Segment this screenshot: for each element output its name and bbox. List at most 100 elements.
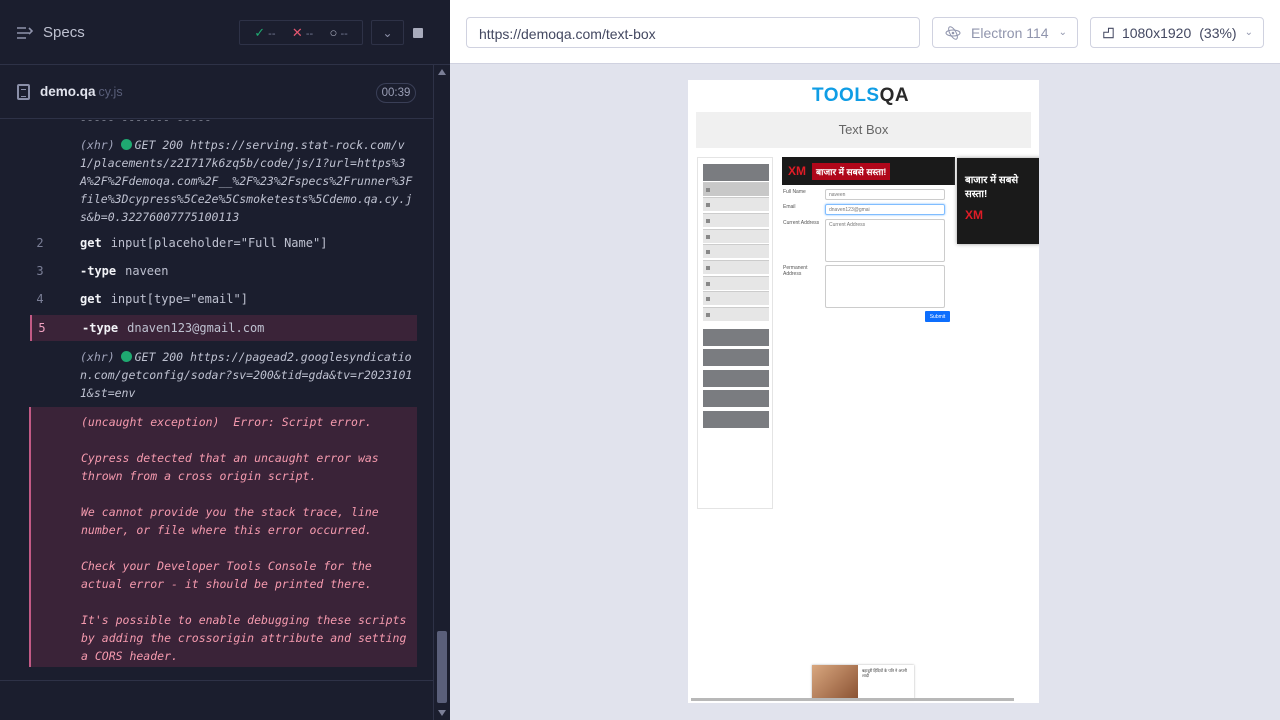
truncated-line: ----- ------- -----	[80, 120, 212, 126]
electron-icon	[945, 25, 961, 40]
scroll-down-icon[interactable]	[438, 710, 446, 716]
command-name: -type	[82, 321, 119, 335]
ad-text: बाजार में सबसे सस्ता!	[812, 162, 891, 180]
chevron-down-icon: ⌄	[382, 25, 393, 40]
sidebar-item[interactable]	[703, 276, 769, 290]
command-row-active[interactable]: 5 -type dnaven123@gmail.com	[30, 315, 417, 341]
spec-extension: cy.js	[98, 85, 123, 99]
ad-image	[812, 665, 858, 699]
demo-sidebar	[697, 157, 773, 509]
spec-name: demo.qa cy.js	[40, 84, 123, 99]
sidebar-group-forms[interactable]	[703, 329, 769, 346]
log-scrollbar[interactable]	[433, 65, 450, 720]
ruler-icon	[1103, 27, 1114, 38]
ad-text: बहादुरी हिंदियों के पति ने अपनी शादी	[862, 668, 907, 678]
stop-button[interactable]	[408, 20, 428, 45]
status-dot-icon	[120, 351, 132, 362]
sidebar-item[interactable]	[703, 213, 769, 227]
viewport-scale: (33%)	[1199, 24, 1237, 41]
sidebar-item[interactable]	[703, 197, 769, 211]
command-row[interactable]: 2 get input[placeholder="Full Name"]	[30, 231, 417, 255]
full-name-input[interactable]: naveen	[825, 189, 945, 200]
command-number: 5	[38, 321, 46, 335]
email-input[interactable]: dnaven123@gmai	[825, 204, 945, 215]
command-number: 4	[36, 292, 44, 306]
command-arg: dnaven123@gmail.com	[127, 321, 265, 335]
ad-banner-side[interactable]: बाजार में सबसे सस्ता! XM	[957, 158, 1039, 244]
url-bar[interactable]: https://demoqa.com/text-box	[466, 17, 920, 48]
status-dot-icon	[120, 139, 132, 150]
full-name-label: Full Name	[783, 189, 806, 195]
current-address-textarea[interactable]: Current Address	[825, 219, 945, 262]
command-arg: naveen	[125, 264, 169, 278]
specs-label: Specs	[43, 24, 85, 41]
xhr-method: GET 200	[134, 350, 184, 364]
ad-text: बाजार में सबसे सस्ता!	[965, 175, 1019, 200]
permanent-address-textarea[interactable]	[825, 265, 945, 308]
ad-brand: XM	[965, 208, 983, 222]
reporter-panel: Specs ✓ -- ✕ -- ○ -- ⌄ demo.qa cy.js 00:3…	[0, 0, 450, 720]
specs-list-icon	[17, 26, 33, 39]
chevron-down-icon: ⌄	[1244, 27, 1253, 38]
file-icon	[17, 84, 30, 100]
command-arg: input[type="email"]	[110, 292, 248, 306]
command-arg: input[placeholder="Full Name"]	[110, 236, 328, 250]
toolsqa-logo[interactable]: TOOLSQA	[812, 85, 909, 107]
error-message: (uncaught exception) Error: Script error…	[81, 415, 407, 663]
submit-button[interactable]: Submit	[925, 311, 950, 322]
ad-banner-bottom[interactable]: बहादुरी हिंदियों के पति ने अपनी शादी	[812, 665, 914, 699]
failed-icon: ✕	[291, 24, 303, 40]
xhr-method: GET 200	[134, 138, 184, 152]
pending-count: --	[340, 28, 348, 40]
sidebar-group-elements[interactable]	[703, 164, 769, 181]
sidebar-group-alerts[interactable]	[703, 349, 769, 366]
command-name: get	[80, 292, 102, 306]
sidebar-item[interactable]	[703, 307, 769, 321]
sidebar-item[interactable]	[703, 260, 769, 274]
xhr-tag: (xhr)	[80, 350, 115, 364]
browser-selector[interactable]: Electron 114 ⌄	[932, 17, 1078, 48]
spec-file-row[interactable]: demo.qa cy.js 00:39	[0, 65, 450, 119]
command-row[interactable]: 4 get input[type="email"]	[30, 287, 417, 311]
xhr-url: https://serving.stat-rock.com/v1/placeme…	[80, 138, 413, 224]
email-label: Email	[783, 204, 796, 210]
sidebar-item[interactable]	[703, 229, 769, 243]
viewport-size: 1080x1920	[1121, 24, 1192, 41]
xhr-log-entry[interactable]: (xhr) GET 200 https://serving.stat-rock.c…	[80, 136, 415, 226]
passed-count: --	[268, 27, 276, 40]
sidebar-group-interactions[interactable]	[703, 390, 769, 407]
failed-count: --	[305, 27, 314, 40]
current-address-label: Current Address	[783, 220, 820, 226]
test-stats: ✓ -- ✕ -- ○ --	[239, 20, 363, 45]
xhr-log-entry[interactable]: (xhr) GET 200 https://pagead2.googlesyndi…	[80, 348, 415, 402]
command-row[interactable]: 3 -type naveen	[30, 259, 417, 283]
scroll-thumb[interactable]	[437, 631, 447, 703]
sidebar-item[interactable]	[703, 244, 769, 258]
sidebar-item[interactable]	[703, 291, 769, 305]
sidebar-group-bookstore[interactable]	[703, 411, 769, 428]
reporter-footer	[0, 680, 433, 720]
pending-icon: ○	[329, 25, 338, 40]
aut-page-frame[interactable]: TOOLSQA Text Box XM बाजार में सबसे सस्ता…	[688, 80, 1039, 703]
uncaught-exception-entry[interactable]: (uncaught exception) Error: Script error…	[29, 407, 417, 667]
browser-label: Electron 114	[971, 24, 1049, 41]
scroll-up-icon[interactable]	[438, 69, 446, 75]
ad-banner-top[interactable]: XM बाजार में सबसे सस्ता!	[782, 157, 955, 185]
permanent-address-label: Permanent Address	[783, 265, 808, 277]
app-under-test-panel: https://demoqa.com/text-box Electron 114…	[450, 0, 1280, 720]
reporter-header: Specs ✓ -- ✕ -- ○ -- ⌄	[0, 0, 450, 65]
viewport-selector[interactable]: 1080x1920 (33%) ⌄	[1090, 17, 1264, 48]
specs-toggle-button[interactable]: Specs	[17, 24, 85, 41]
chevron-down-icon: ⌄	[1058, 27, 1067, 38]
page-horizontal-scrollbar[interactable]	[691, 698, 1014, 701]
duration-badge: 00:39	[376, 83, 416, 103]
passed-icon: ✓	[254, 24, 266, 40]
command-number: 2	[36, 236, 44, 250]
page-banner: Text Box	[696, 112, 1031, 148]
collapse-button[interactable]: ⌄	[371, 20, 404, 45]
sidebar-item[interactable]	[703, 182, 769, 196]
sidebar-group-widgets[interactable]	[703, 370, 769, 387]
command-log: ----- ------- ----- (xhr) GET 200 https:/…	[0, 120, 430, 680]
command-name: get	[80, 236, 102, 250]
xhr-tag: (xhr)	[80, 138, 115, 152]
